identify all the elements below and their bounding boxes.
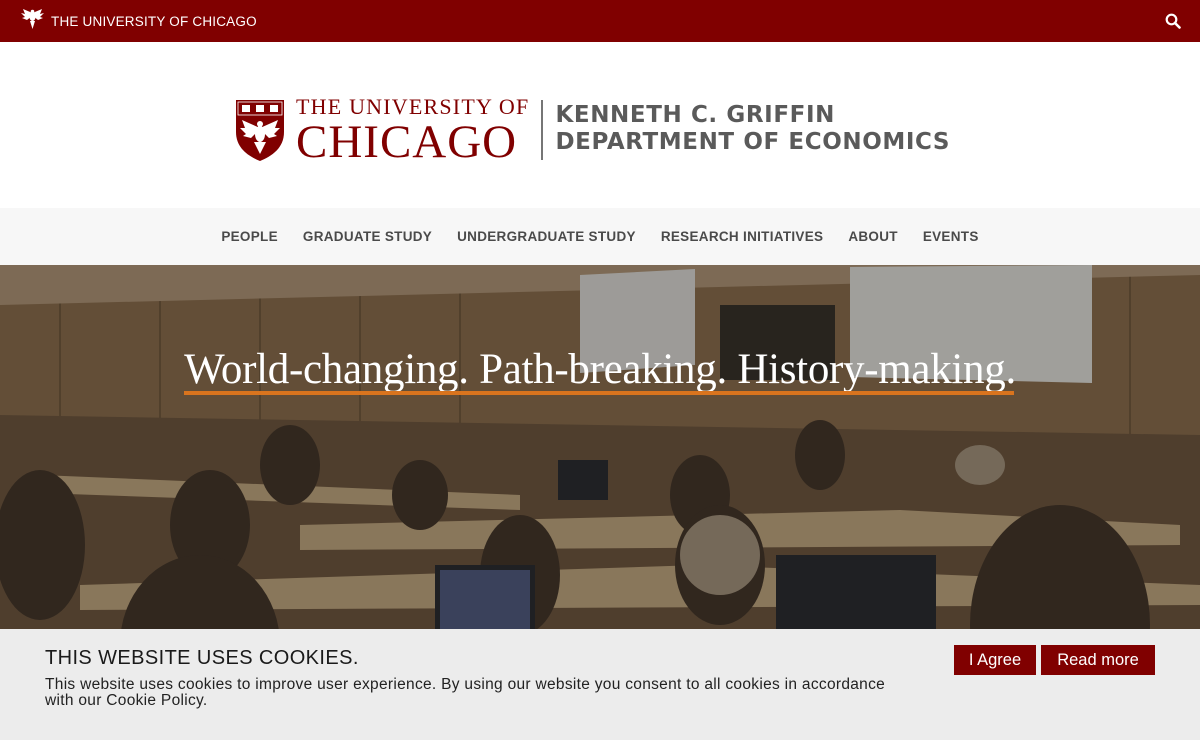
nav-item-about[interactable]: ABOUT bbox=[836, 229, 911, 244]
logo-divider bbox=[541, 100, 544, 160]
nav-item-people[interactable]: PEOPLE bbox=[209, 229, 291, 244]
nav-item-research-initiatives[interactable]: RESEARCH INITIATIVES bbox=[648, 229, 836, 244]
tagline-underline bbox=[184, 391, 1014, 395]
department-name: KENNETH C. GRIFFIN DEPARTMENT OF ECONOMI… bbox=[555, 102, 950, 156]
department-name-line1: KENNETH C. GRIFFIN bbox=[555, 102, 835, 128]
cookie-title: THIS WEBSITE USES COOKIES. bbox=[45, 647, 359, 669]
university-home-link[interactable]: THE UNIVERSITY OF CHICAGO bbox=[20, 7, 257, 36]
agree-button[interactable]: I Agree bbox=[954, 645, 1036, 675]
university-wordmark: THE UNIVERSITY OF CHICAGO bbox=[296, 94, 530, 168]
university-crest-icon bbox=[234, 98, 286, 162]
top-utility-bar: THE UNIVERSITY OF CHICAGO bbox=[0, 0, 1200, 42]
hero-tagline: World-changing. Path-breaking. History-m… bbox=[184, 346, 1016, 393]
cookie-message: This website uses cookies to improve use… bbox=[45, 676, 886, 709]
nav-item-graduate-study[interactable]: GRADUATE STUDY bbox=[290, 229, 444, 244]
wordmark-the-university-of: THE UNIVERSITY OF bbox=[296, 94, 530, 119]
department-name-line2: DEPARTMENT OF ECONOMICS bbox=[555, 129, 951, 155]
site-header: THE UNIVERSITY OF CHICAGO KENNETH C. GRI… bbox=[0, 42, 1200, 208]
search-icon[interactable] bbox=[1163, 11, 1183, 31]
university-name: THE UNIVERSITY OF CHICAGO bbox=[51, 13, 257, 29]
cookie-banner: THIS WEBSITE USES COOKIES. This website … bbox=[0, 629, 1200, 740]
phoenix-icon bbox=[20, 7, 45, 36]
department-logo[interactable]: THE UNIVERSITY OF CHICAGO KENNETH C. GRI… bbox=[234, 94, 950, 168]
read-more-button[interactable]: Read more bbox=[1041, 645, 1155, 675]
nav-item-undergraduate-study[interactable]: UNDERGRADUATE STUDY bbox=[445, 229, 649, 244]
nav-item-events[interactable]: EVENTS bbox=[910, 229, 991, 244]
main-navigation: PEOPLE GRADUATE STUDY UNDERGRADUATE STUD… bbox=[0, 208, 1200, 265]
wordmark-chicago: CHICAGO bbox=[296, 116, 518, 168]
